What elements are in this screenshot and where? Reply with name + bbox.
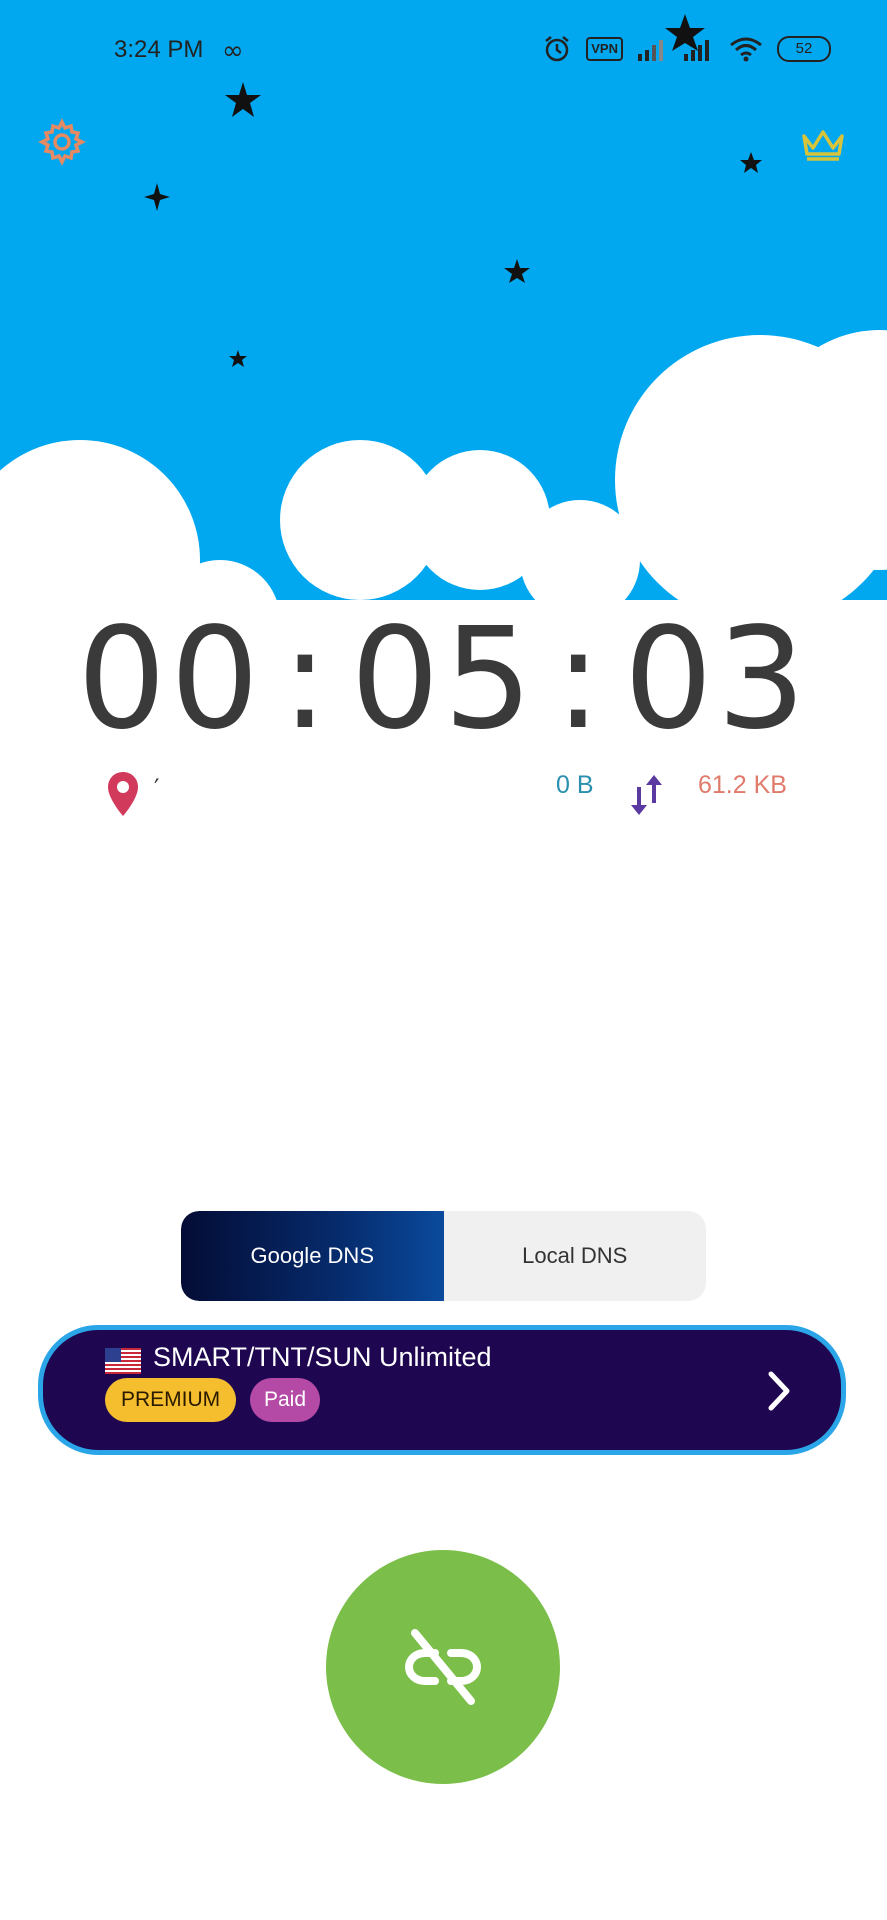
signal-icon xyxy=(684,40,709,61)
infinity-icon: ∞ xyxy=(222,36,244,66)
timer-hours: 00 xyxy=(77,598,264,761)
alarm-icon xyxy=(545,36,570,62)
signal-icon xyxy=(638,40,663,61)
dns-option-google[interactable]: Google DNS xyxy=(181,1211,444,1301)
timer-seconds: 03 xyxy=(623,598,810,761)
status-icons: VPN 52 xyxy=(542,34,831,64)
paid-badge: Paid xyxy=(250,1378,321,1422)
connect-button[interactable] xyxy=(326,1550,560,1784)
gear-icon[interactable] xyxy=(38,118,86,166)
dns-toggle: Google DNS Local DNS xyxy=(181,1211,706,1301)
chevron-right-icon[interactable] xyxy=(765,1368,795,1414)
us-flag-icon xyxy=(105,1348,141,1374)
timer-minutes: 05 xyxy=(350,598,537,761)
vpn-icon: VPN xyxy=(586,37,623,61)
download-amount: 0 B xyxy=(556,771,594,799)
premium-badge: PREMIUM xyxy=(105,1378,237,1422)
location-text: ′ xyxy=(154,774,160,802)
timer-separator: : xyxy=(554,598,606,761)
status-time: 3:24 PM xyxy=(114,36,204,63)
map-pin-icon xyxy=(108,772,138,816)
timer-separator: : xyxy=(281,598,333,761)
link-off-icon xyxy=(404,1629,482,1705)
status-bar: 3:24 PM ∞ VPN 52 xyxy=(0,0,887,100)
connection-timer: 00:05:03 xyxy=(0,600,887,760)
battery-icon: 52 xyxy=(777,36,831,62)
server-selector[interactable]: SMART/TNT/SUN Unlimited PREMIUM Paid xyxy=(38,1325,846,1455)
wifi-icon xyxy=(730,37,762,62)
crown-icon[interactable] xyxy=(801,128,845,162)
dns-option-local[interactable]: Local DNS xyxy=(444,1211,707,1301)
upload-amount: 61.2 KB xyxy=(698,771,787,799)
server-name: SMART/TNT/SUN Unlimited xyxy=(153,1342,492,1372)
up-down-arrows-icon xyxy=(631,775,662,815)
